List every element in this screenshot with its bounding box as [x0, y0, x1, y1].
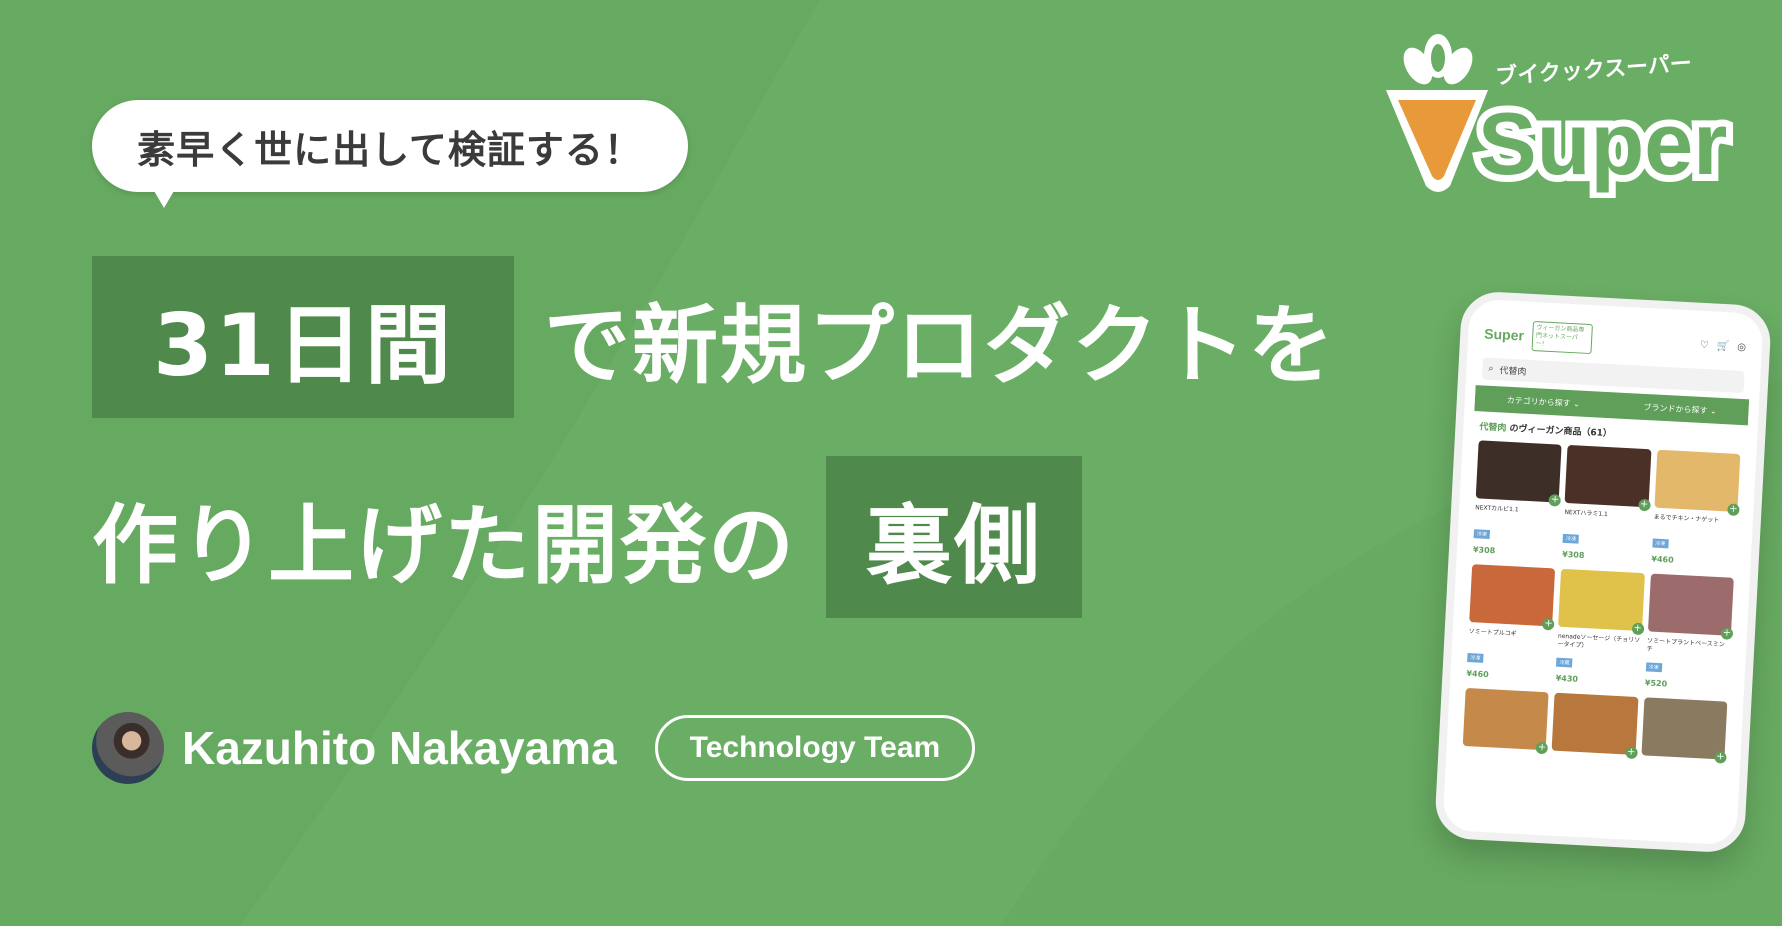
title-highlight-behind: 裏側: [826, 456, 1082, 618]
title-highlight-days: 31日間: [92, 256, 514, 418]
title-line-2-text: 作り上げた開発の: [92, 495, 796, 596]
product-name: [1462, 752, 1546, 772]
product-name: まるでチキン・ナゲット: [1653, 513, 1720, 525]
product-card: + ソミートプラントベースミンチ冷凍 ¥520: [1644, 573, 1734, 695]
product-price: [1550, 779, 1633, 783]
add-icon: +: [1631, 622, 1645, 636]
product-name: [1640, 761, 1724, 781]
product-image: +: [1475, 440, 1562, 507]
phone-heading-keyword: 代替肉: [1479, 422, 1507, 434]
product-grid: + NEXTカルビ1.1 冷凍 ¥308 + NEXTハラミ1.1 冷凍 ¥308 + まるでチキ…: [1454, 440, 1747, 820]
speech-bubble: 素早く世に出して検証する！: [92, 100, 688, 192]
title-line-1: 31日間 で新規プロダクトを: [92, 256, 1336, 418]
account-icon: ◎: [1736, 341, 1747, 353]
speech-bubble-tail: [150, 184, 178, 208]
vsuper-logo: Super Super ブイクックスーパー: [1386, 34, 1734, 198]
product-image: +: [1564, 444, 1652, 512]
add-icon: +: [1624, 746, 1638, 760]
product-badge: 冷凍: [1645, 662, 1662, 673]
product-image: +: [1462, 687, 1549, 755]
product-image: +: [1641, 697, 1728, 764]
search-icon: ⌕: [1488, 363, 1494, 374]
product-price: [1640, 783, 1723, 787]
phone-logo: Super: [1483, 325, 1525, 344]
avatar: [92, 712, 164, 784]
product-price: ¥460: [1466, 669, 1489, 680]
product-badge: 冷凍: [1652, 538, 1669, 549]
carrot-leaves-icon: [1403, 34, 1473, 85]
product-name: [1551, 757, 1635, 777]
product-card: + NEXTカルビ1.1 冷凍 ¥308: [1473, 440, 1562, 562]
product-image: +: [1469, 564, 1556, 631]
product-price: ¥430: [1555, 673, 1579, 684]
product-price: ¥460: [1651, 554, 1674, 565]
add-icon: +: [1542, 617, 1555, 631]
product-name: ソミートプルコギ: [1468, 628, 1517, 638]
product-card: + まるでチキン・ナゲット 冷凍 ¥460: [1651, 449, 1741, 572]
product-card: +: [1460, 687, 1549, 810]
product-name: NEXTハラミ1.1: [1564, 508, 1609, 519]
product-name: ソミートプラントベースミンチ: [1646, 637, 1725, 653]
cart-icon: 🛒: [1716, 340, 1730, 352]
team-pill: Technology Team: [654, 715, 976, 781]
product-image: +: [1558, 568, 1645, 636]
product-name: NEXTカルビ1.1: [1475, 504, 1519, 514]
product-badge: 冷蔵: [1556, 657, 1573, 668]
add-icon: +: [1727, 503, 1740, 517]
phone-heading-rest: のヴィーガン商品（61）: [1509, 423, 1613, 440]
logo-wordmark: Super: [1478, 94, 1727, 193]
phone-screen: Super ヴィーガン商品専門ネットスーパー！ ♡ 🛒 ◎ ⌕ 代替肉 カテゴリ…: [1452, 311, 1754, 833]
title-line-2: 作り上げた開発の 裏側: [92, 456, 1082, 618]
product-badge: 冷凍: [1562, 533, 1580, 544]
product-card: + ソミートプルコギ 冷凍 ¥460: [1466, 564, 1556, 686]
product-card: +: [1549, 692, 1639, 815]
add-icon: +: [1720, 627, 1734, 640]
phone-nav-category: カテゴリから探す ⌄: [1506, 395, 1581, 409]
product-card: + nenadeソーセージ（チョリソータイプ） 冷蔵 ¥430: [1555, 568, 1645, 691]
product-card: + NEXTハラミ1.1 冷凍 ¥308: [1561, 444, 1652, 567]
logo-kana: ブイクックスーパー: [1495, 50, 1693, 90]
product-price: [1461, 774, 1544, 778]
favorite-icon: ♡: [1699, 339, 1710, 351]
author-block: Kazuhito Nakayama Technology Team: [92, 712, 976, 784]
product-card: +: [1638, 697, 1728, 819]
product-image: +: [1654, 449, 1741, 517]
product-image: +: [1551, 692, 1639, 760]
product-name: nenadeソーセージ（チョリソータイプ）: [1557, 632, 1641, 650]
add-icon: +: [1548, 494, 1562, 507]
add-icon: +: [1535, 741, 1549, 755]
product-badge: 冷凍: [1467, 653, 1484, 663]
add-icon: +: [1637, 498, 1651, 512]
title-line-1-text: で新規プロダクトを: [544, 295, 1336, 396]
bubble-text: 素早く世に出して検証する！: [137, 127, 643, 172]
phone-tagline: ヴィーガン商品専門ネットスーパー！: [1531, 320, 1593, 355]
product-image: +: [1647, 573, 1734, 640]
product-badge: 冷凍: [1473, 529, 1491, 540]
phone-nav-brand: ブランドから探す ⌄: [1643, 402, 1717, 416]
product-price: ¥520: [1644, 678, 1668, 689]
product-price: ¥308: [1472, 545, 1496, 556]
author-name: Kazuhito Nakayama: [182, 722, 617, 774]
phone-search-value: 代替肉: [1499, 365, 1527, 378]
add-icon: +: [1714, 751, 1727, 764]
product-price: ¥308: [1561, 549, 1585, 560]
phone-mockup: Super ヴィーガン商品専門ネットスーパー！ ♡ 🛒 ◎ ⌕ 代替肉 カテゴリ…: [1433, 290, 1773, 854]
